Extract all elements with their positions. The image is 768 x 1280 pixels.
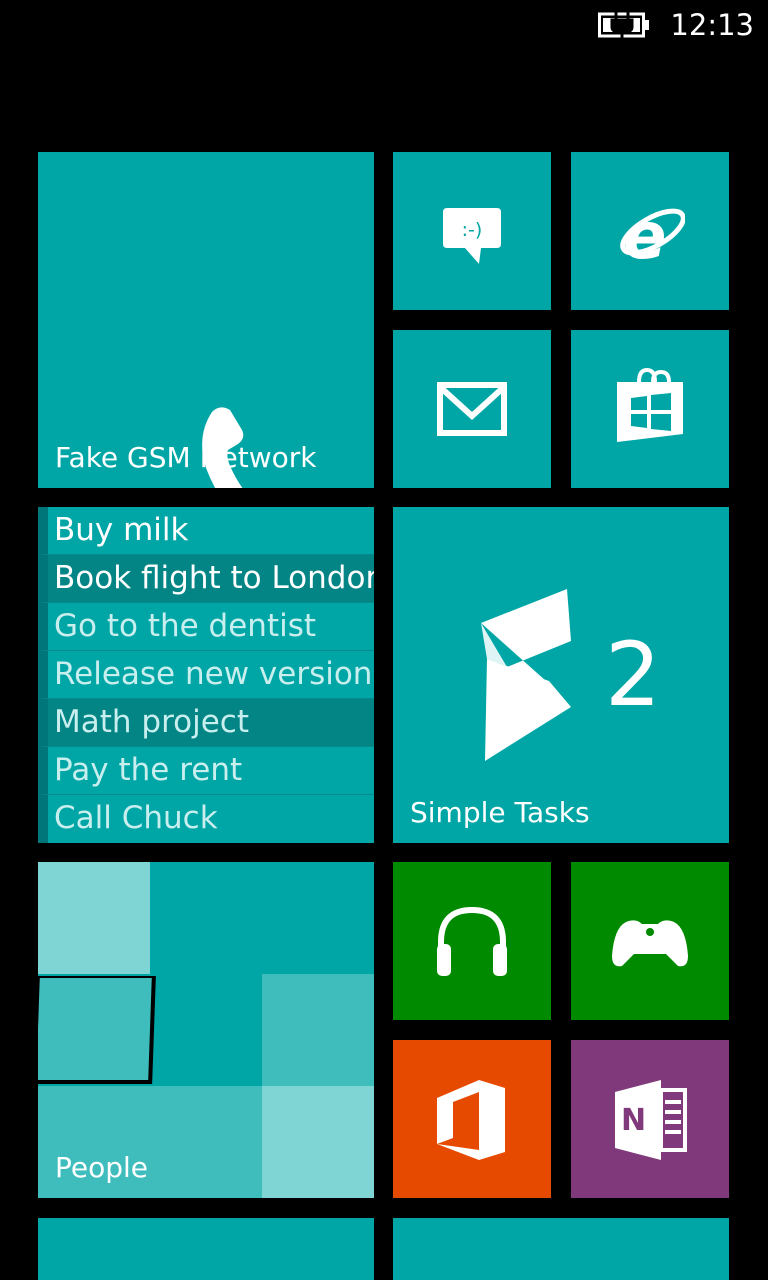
task-list-tile[interactable]: Buy milk Book flight to London Go to the… [38, 507, 374, 843]
internet-explorer-icon: e [615, 198, 685, 266]
messaging-icon: :-) [443, 208, 501, 266]
onenote-tile[interactable]: N [571, 1040, 729, 1198]
partial-tile-right[interactable] [393, 1218, 729, 1280]
messaging-tile[interactable]: :-) [393, 152, 551, 310]
store-tile[interactable] [571, 330, 729, 488]
status-bar: 12:13 [0, 0, 768, 50]
simple-tasks-logo-icon [479, 589, 575, 761]
internet-explorer-tile[interactable]: e [571, 152, 729, 310]
people-photo [262, 974, 374, 1086]
store-icon [617, 368, 683, 442]
people-photo [150, 862, 262, 974]
onenote-icon: N [615, 1080, 689, 1160]
simple-tasks-count: 2 [605, 623, 661, 726]
simple-tasks-label: Simple Tasks [410, 796, 590, 829]
svg-text:N: N [621, 1103, 646, 1138]
mail-icon [437, 382, 507, 436]
phone-tile[interactable]: Fake GSM Network [38, 152, 374, 488]
people-tile[interactable]: People [38, 862, 374, 1198]
task-item[interactable]: Go to the dentist [38, 603, 374, 651]
task-item[interactable]: Pay the rent [38, 747, 374, 795]
gamepad-icon [612, 918, 688, 968]
music-tile[interactable] [393, 862, 551, 1020]
task-item[interactable]: Release new version [38, 651, 374, 699]
simple-tasks-tile[interactable]: 2 Simple Tasks [393, 507, 729, 843]
partial-tile-left[interactable] [38, 1218, 374, 1280]
clock: 12:13 [670, 8, 754, 42]
office-tile[interactable] [393, 1040, 551, 1198]
battery-charging-icon [598, 12, 650, 38]
task-item[interactable]: Math project [38, 699, 374, 747]
people-photo [262, 1086, 374, 1198]
task-item[interactable]: Buy milk [38, 507, 374, 555]
people-photo [38, 978, 152, 1080]
office-icon [437, 1080, 505, 1160]
people-photo [38, 862, 150, 974]
svg-text::-): :-) [462, 219, 483, 241]
headphones-icon [435, 904, 509, 978]
task-item[interactable]: Call Chuck [38, 795, 374, 843]
games-tile[interactable] [571, 862, 729, 1020]
phone-tile-label: Fake GSM Network [55, 441, 317, 474]
people-tile-label: People [55, 1151, 149, 1184]
task-item[interactable]: Book flight to London [38, 555, 374, 603]
mail-tile[interactable] [393, 330, 551, 488]
